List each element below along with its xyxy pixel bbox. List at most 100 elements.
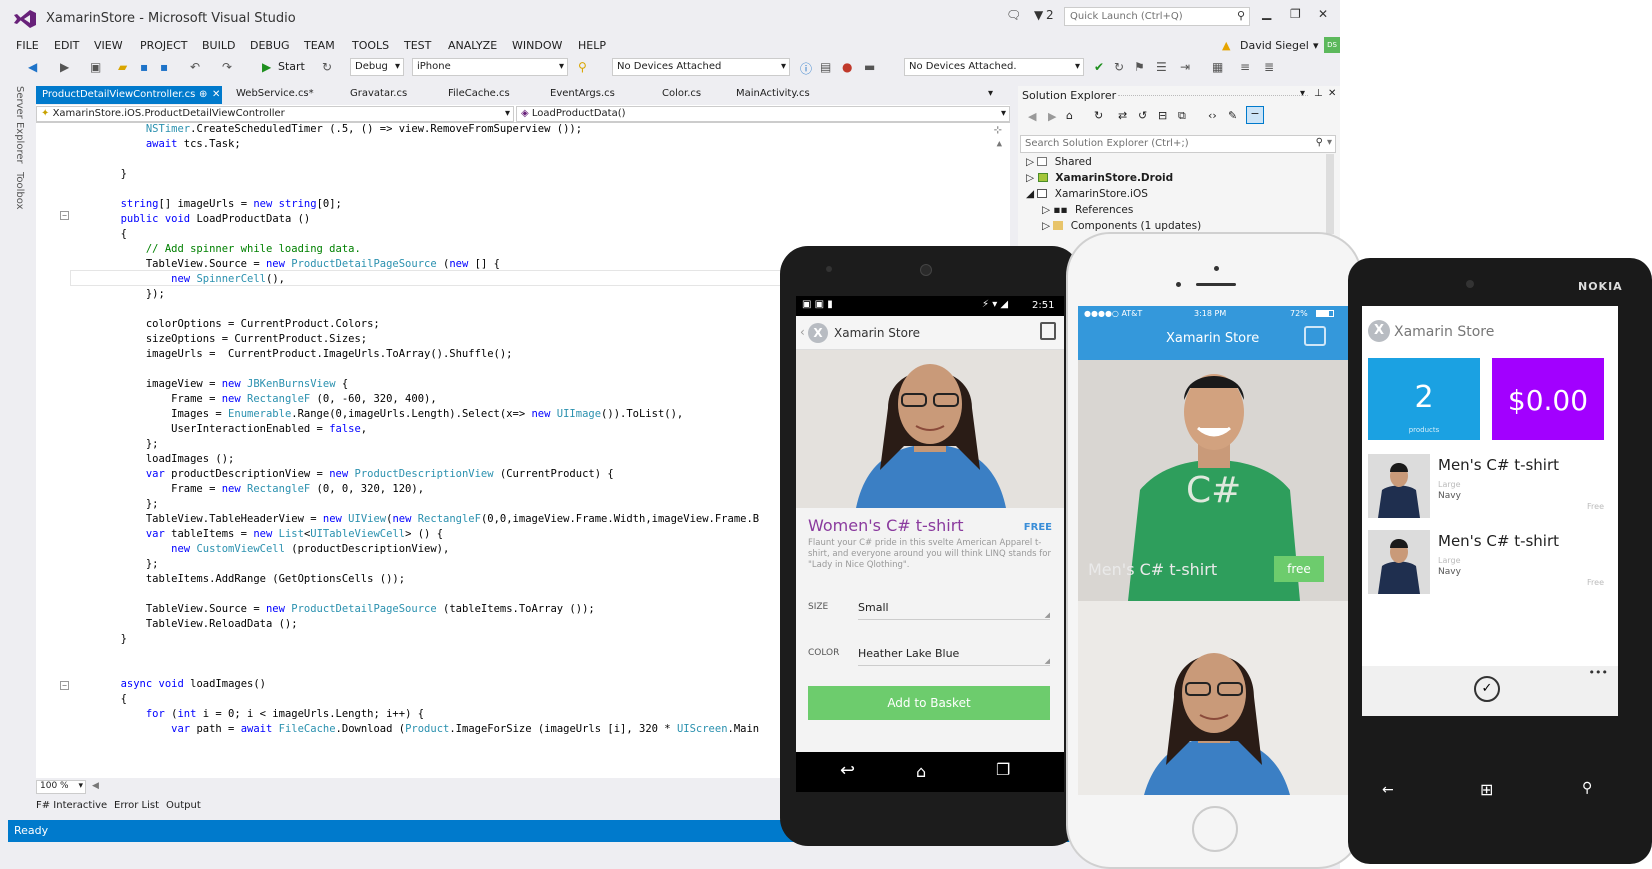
recents-icon[interactable]: ❐ [996, 760, 1010, 779]
check-icon[interactable]: ✔ [1094, 60, 1104, 74]
collapse-icon[interactable]: ◢ [1026, 188, 1034, 200]
menu-team[interactable]: TEAM [304, 39, 335, 52]
toolbox-tab[interactable]: Toolbox [14, 172, 25, 210]
ios-price-badge[interactable]: free [1274, 556, 1324, 582]
new-project-icon[interactable]: ▣ [90, 60, 101, 74]
tab-webservice[interactable]: WebService.cs* [236, 88, 314, 99]
chevron-down-icon[interactable]: ▾ [1300, 88, 1305, 99]
menu-view[interactable]: VIEW [94, 39, 123, 52]
undo-icon[interactable]: ↶ [190, 60, 200, 74]
scroll-left-icon[interactable]: ◀ [92, 781, 99, 791]
menu-debug[interactable]: DEBUG [250, 39, 290, 52]
menu-test[interactable]: TEST [404, 39, 431, 52]
search-icon[interactable]: ⚲ [1582, 780, 1592, 796]
solution-search-input[interactable]: Search Solution Explorer (Ctrl+;) ⚲ ▾ [1020, 135, 1336, 153]
fold-toggle[interactable]: − [60, 681, 69, 690]
list-item[interactable]: Men's C# t-shirt Large Navy Free [1368, 454, 1614, 518]
zoom-select[interactable]: 100 % ▾ [36, 780, 86, 794]
expand-icon[interactable]: ▷ [1026, 172, 1034, 184]
fold-toggle[interactable]: − [60, 211, 69, 220]
find-icon[interactable]: ⚲ [578, 60, 587, 74]
more-icon[interactable]: ••• [1589, 666, 1608, 679]
back-arrow-icon[interactable]: ← [1382, 782, 1394, 798]
menu-edit[interactable]: EDIT [54, 39, 79, 52]
windows-start-icon[interactable]: ⊞ [1480, 780, 1493, 799]
properties-icon[interactable]: ✎ [1228, 109, 1237, 122]
menu-analyze[interactable]: ANALYZE [448, 39, 497, 52]
tree-item-shared[interactable]: ▷ Shared [1026, 156, 1092, 168]
back-icon[interactable]: ◀ [28, 60, 37, 74]
menu-window[interactable]: WINDOW [512, 39, 562, 52]
tab-mainactivity[interactable]: MainActivity.cs [736, 88, 810, 99]
indent-icon[interactable]: ⇥ [1180, 60, 1190, 74]
home-button[interactable] [1192, 806, 1238, 852]
start-button[interactable]: Start [278, 60, 305, 73]
show-all-files-icon[interactable]: ⧉ [1178, 109, 1186, 123]
refresh-icon[interactable]: ↺ [1138, 109, 1147, 122]
products-count-tile[interactable]: 2 products [1368, 358, 1480, 440]
member-navigation-select[interactable]: ◈ LoadProductData() ▾ [516, 106, 1010, 122]
tab-gravatar[interactable]: Gravatar.cs [350, 88, 407, 99]
home-icon[interactable]: ⌂ [1066, 109, 1073, 122]
back-icon[interactable]: ◀ [1028, 110, 1036, 123]
split-icon[interactable]: ⊹ [994, 125, 1002, 136]
scroll-up-icon[interactable]: ▲ [997, 139, 1002, 149]
tab-fsharp-interactive[interactable]: F# Interactive [36, 800, 107, 811]
menu-help[interactable]: HELP [578, 39, 606, 52]
tab-error-list[interactable]: Error List [114, 800, 159, 811]
close-icon[interactable]: ✕ [1328, 88, 1336, 99]
notifications-icon[interactable]: ▼ [1034, 8, 1043, 22]
expand-icon[interactable]: ▷ [1042, 204, 1050, 216]
basket-icon[interactable] [1040, 322, 1056, 340]
menu-project[interactable]: PROJECT [140, 39, 188, 52]
expand-icon[interactable]: ▷ [1026, 156, 1034, 168]
tree-scrollbar[interactable] [1326, 154, 1334, 234]
checkout-icon[interactable]: ✓ [1474, 676, 1500, 702]
size-select[interactable]: Small ◢ [858, 596, 1050, 620]
menu-tools[interactable]: TOOLS [352, 39, 389, 52]
refresh-icon[interactable]: ↻ [1114, 60, 1124, 74]
back-chevron-icon[interactable]: ‹ [800, 325, 805, 339]
tree-item-components[interactable]: ▷ Components (1 updates) [1042, 220, 1201, 232]
quick-launch-input[interactable]: Quick Launch (Ctrl+Q) ⚲ [1064, 7, 1250, 26]
pin-icon[interactable]: ⊕ [199, 89, 207, 100]
device-log-icon[interactable]: ▤ [820, 60, 831, 74]
tab-color[interactable]: Color.cs [662, 88, 701, 99]
platform-select[interactable]: iPhone ▾ [412, 58, 568, 76]
tree-item-droid[interactable]: ▷ XamarinStore.Droid [1026, 172, 1173, 184]
align-icon[interactable]: ≡ [1240, 60, 1250, 74]
back-icon[interactable]: ↩ [840, 760, 855, 781]
user-avatar[interactable]: DS [1324, 37, 1340, 53]
pin-icon[interactable]: ⊥ [1314, 88, 1323, 99]
tab-output[interactable]: Output [166, 800, 201, 811]
console-icon[interactable]: ▬ [864, 60, 875, 74]
color-select[interactable]: Heather Lake Blue ◢ [858, 642, 1050, 666]
chevron-down-icon[interactable]: ▾ [1313, 39, 1319, 52]
forward-icon[interactable]: ▶ [1048, 110, 1056, 123]
open-file-icon[interactable]: ▰ [118, 60, 127, 74]
sync-icon[interactable]: ↻ [1094, 109, 1103, 122]
device-select-right[interactable]: No Devices Attached. ▾ [904, 58, 1084, 76]
add-to-basket-button[interactable]: Add to Basket [808, 686, 1050, 720]
basket-total-tile[interactable]: $0.00 [1492, 358, 1604, 440]
comment-icon[interactable]: ☰ [1156, 60, 1167, 74]
save-icon[interactable]: ▪ [140, 60, 148, 74]
preview-icon[interactable]: − [1246, 106, 1264, 124]
save-all-icon[interactable]: ▪ [160, 60, 168, 74]
minimize-button[interactable]: ▁ [1262, 6, 1271, 20]
attach-icon[interactable]: ↻ [322, 60, 332, 74]
server-explorer-tab[interactable]: Server Explorer [14, 86, 25, 164]
info-icon[interactable]: ⓘ [800, 60, 812, 77]
expand-icon[interactable]: ▷ [1042, 220, 1050, 232]
tabs-dropdown-icon[interactable]: ▾ [988, 88, 993, 99]
forward-icon[interactable]: ▶ [60, 60, 69, 74]
class-navigation-select[interactable]: ✦ XamarinStore.iOS.ProductDetailViewCont… [36, 106, 514, 122]
menu-file[interactable]: FILE [16, 39, 39, 52]
tab-eventargs[interactable]: EventArgs.cs [550, 88, 615, 99]
switch-views-icon[interactable]: ⇄ [1118, 109, 1127, 122]
layout-icon[interactable]: ▦ [1212, 60, 1223, 74]
close-icon[interactable]: ✕ [212, 89, 220, 100]
start-icon[interactable]: ▶ [262, 60, 271, 74]
tree-item-ios[interactable]: ◢ XamarinStore.iOS [1026, 188, 1148, 200]
tab-filecache[interactable]: FileCache.cs [448, 88, 510, 99]
